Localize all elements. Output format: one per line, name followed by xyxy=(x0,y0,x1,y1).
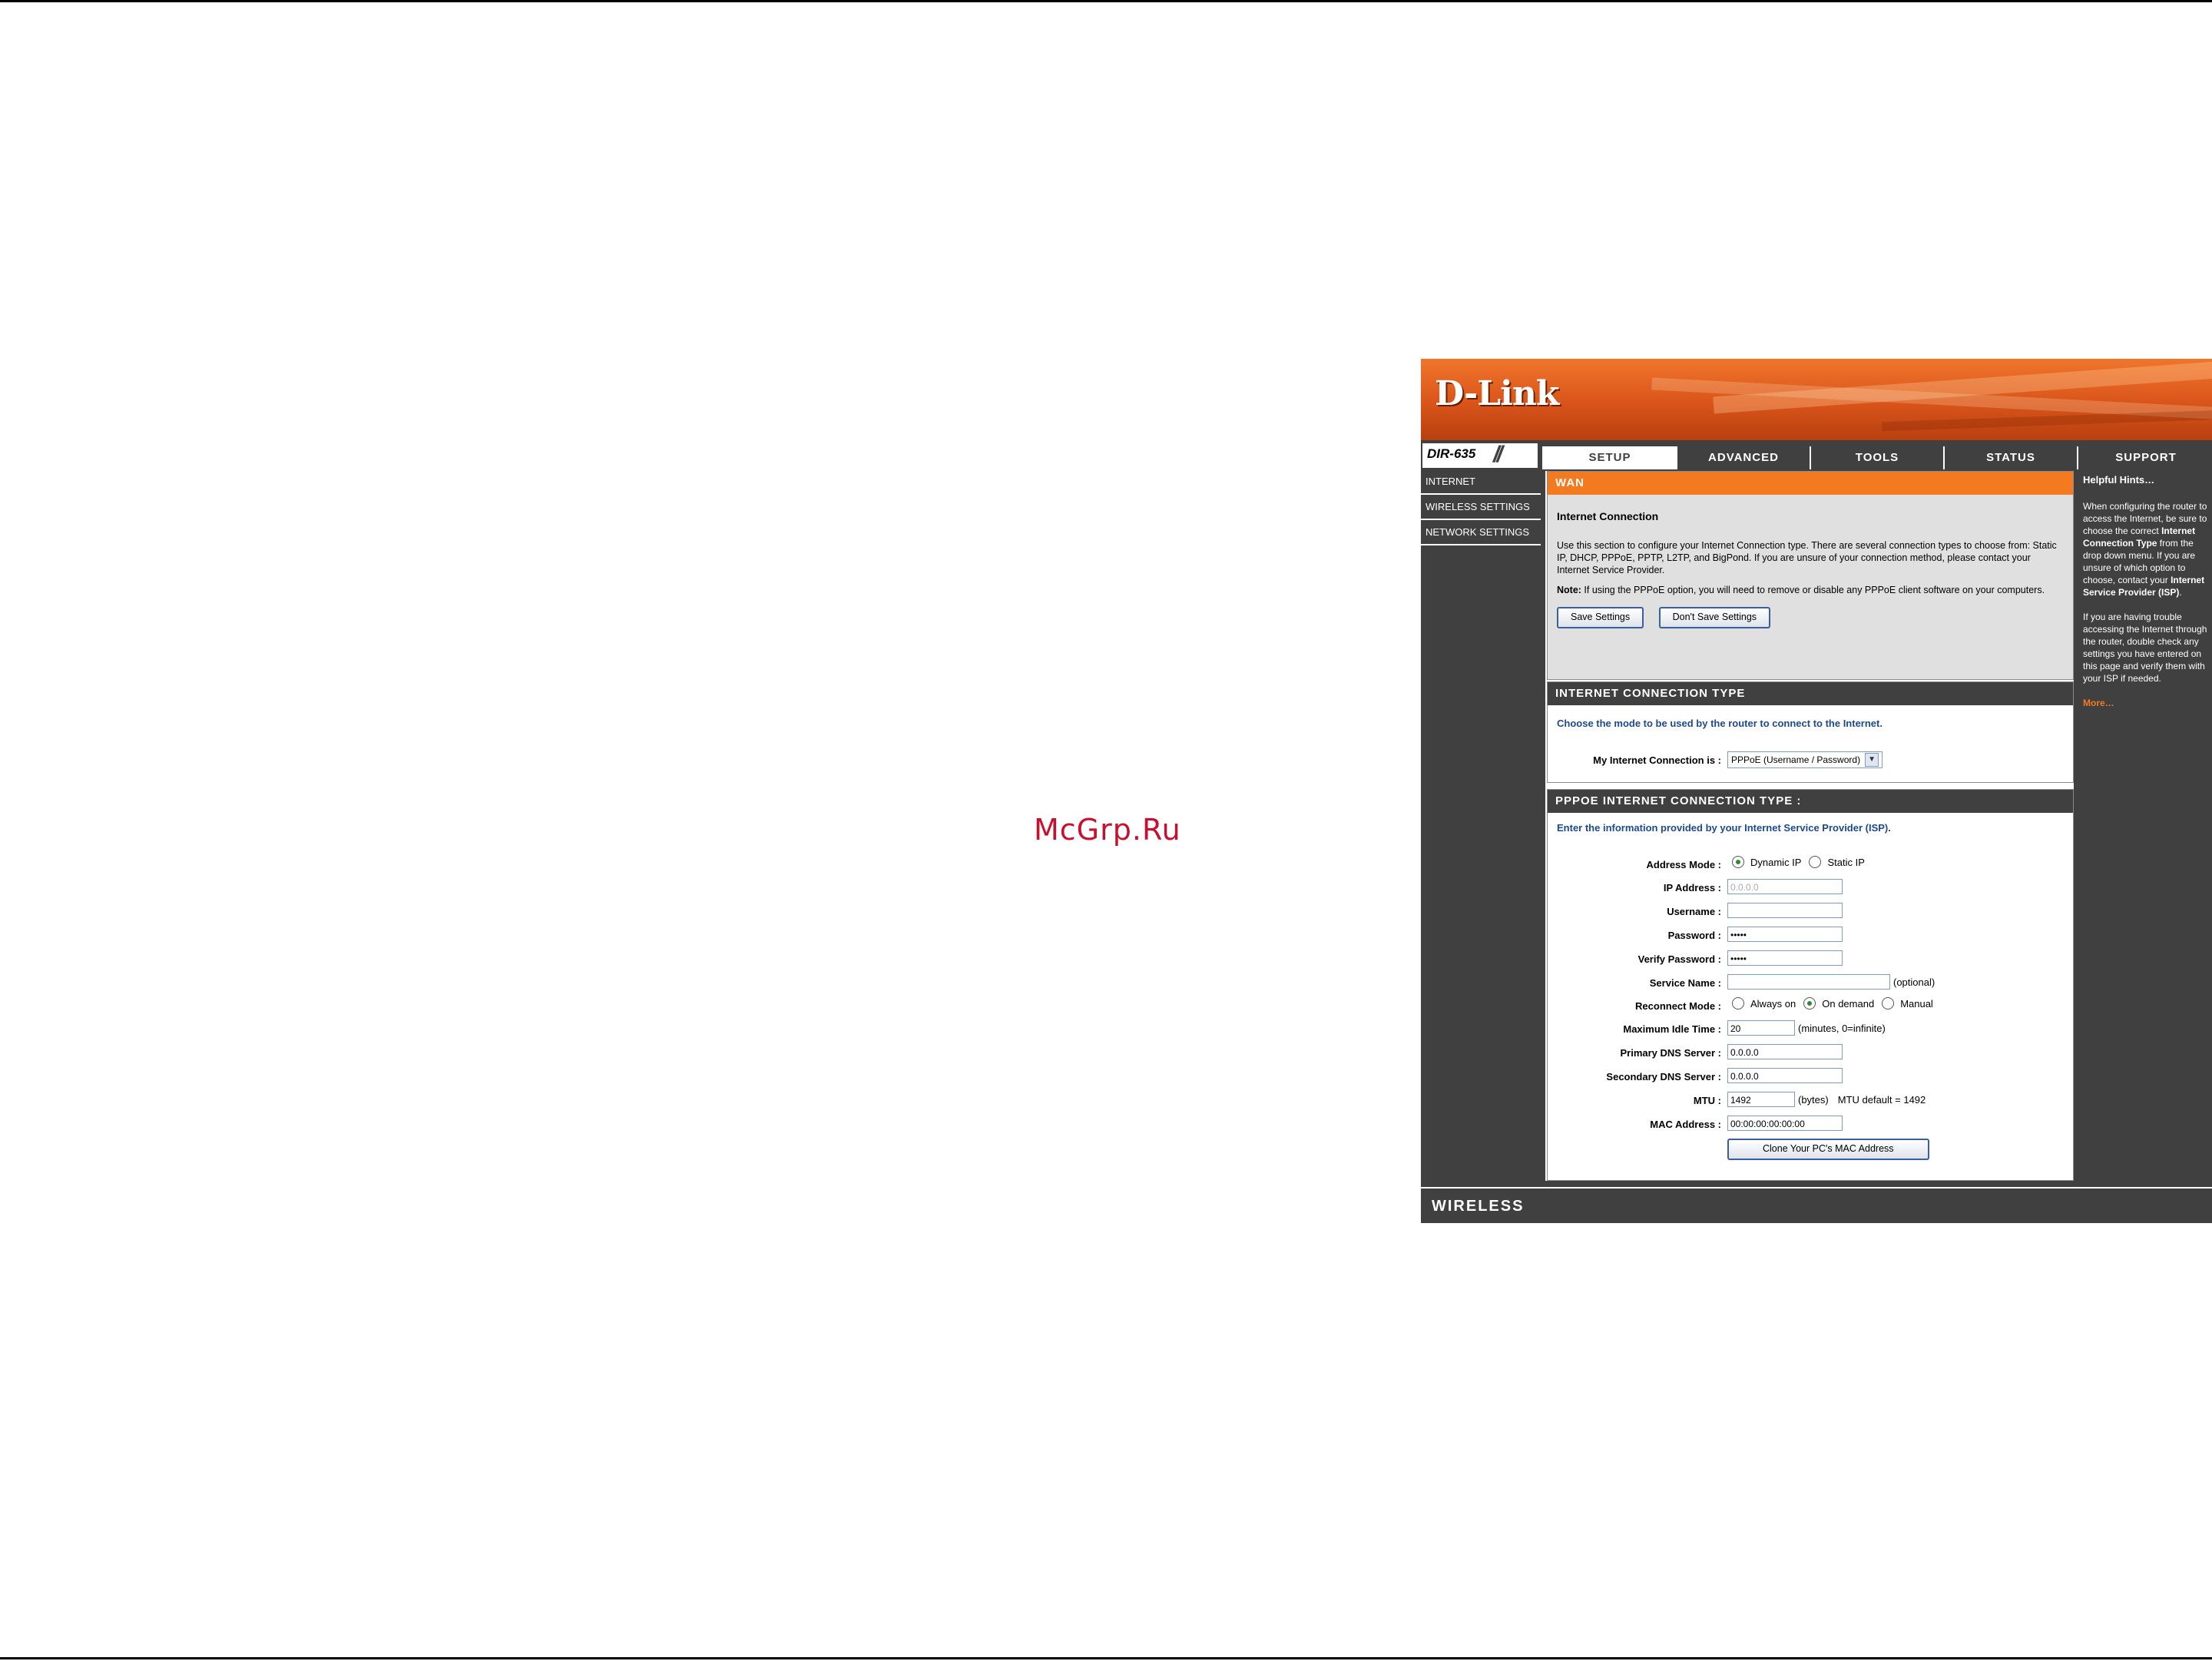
wan-note-label: Note: xyxy=(1557,585,1581,595)
pppoe-section: PPPOE INTERNET CONNECTION TYPE : Enter t… xyxy=(1547,789,2074,1181)
password-label: Password : xyxy=(1667,930,1721,941)
footer-bar: WIRELESS xyxy=(1421,1187,2212,1223)
secondary-dns-label: Secondary DNS Server : xyxy=(1606,1071,1721,1082)
always-on-label: Always on xyxy=(1750,997,1796,1010)
primary-dns-label: Primary DNS Server : xyxy=(1620,1047,1721,1059)
dlink-logo: D-Link xyxy=(1435,374,1559,413)
reconnect-mode-label: Reconnect Mode : xyxy=(1635,1000,1721,1012)
wan-body: Internet Connection Use this section to … xyxy=(1548,495,2073,679)
service-name-input[interactable] xyxy=(1727,974,1890,990)
nav-internet[interactable]: INTERNET xyxy=(1421,469,1541,495)
dynamic-ip-radio[interactable] xyxy=(1732,856,1744,868)
connection-type-prompt: Choose the mode to be used by the router… xyxy=(1557,718,1883,729)
address-mode-label: Address Mode : xyxy=(1646,859,1721,870)
footer-wireless-text: WIRELESS xyxy=(1432,1198,1525,1215)
tab-tools[interactable]: TOOLS xyxy=(1810,446,1943,469)
nav-network-settings[interactable]: NETWORK SETTINGS xyxy=(1421,520,1541,545)
tab-bar: DIR-635 // SETUP ADVANCED TOOLS STATUS S… xyxy=(1421,440,2212,469)
mac-address-input[interactable]: 00:00:00:00:00:00 xyxy=(1727,1116,1843,1131)
helpful-hints: Helpful Hints… When configuring the rout… xyxy=(2078,471,2212,1181)
wan-note: Note: If using the PPPoE option, you wil… xyxy=(1557,584,2064,596)
always-on-radio[interactable] xyxy=(1732,997,1744,1010)
nav-wireless-settings[interactable]: WIRELESS SETTINGS xyxy=(1421,495,1541,520)
dont-save-settings-button[interactable]: Don't Save Settings xyxy=(1658,607,1771,628)
pppoe-header: PPPOE INTERNET CONNECTION TYPE : xyxy=(1548,790,2073,813)
save-settings-button[interactable]: Save Settings xyxy=(1557,607,1644,628)
connection-type-select[interactable]: PPPoE (Username / Password) ▼ xyxy=(1727,751,1883,768)
manual-label: Manual xyxy=(1900,997,1933,1010)
service-name-label: Service Name : xyxy=(1649,977,1721,989)
tab-advanced[interactable]: ADVANCED xyxy=(1676,446,1810,469)
ip-address-label: IP Address : xyxy=(1663,882,1721,893)
username-input[interactable] xyxy=(1727,903,1843,918)
chevron-down-icon: ▼ xyxy=(1865,753,1879,767)
clone-mac-button[interactable]: Clone Your PC's MAC Address xyxy=(1727,1139,1929,1160)
connection-type-value: PPPoE (Username / Password) xyxy=(1731,754,1861,765)
model-name: DIR-635 xyxy=(1427,446,1476,461)
service-name-hint: (optional) xyxy=(1893,976,1936,988)
hints-more-link[interactable]: More… xyxy=(2083,697,2207,709)
mtu-label: MTU : xyxy=(1693,1095,1721,1106)
wan-title: Internet Connection xyxy=(1557,510,1659,522)
ip-address-input[interactable]: 0.0.0.0 xyxy=(1727,879,1843,894)
model-slashes: // xyxy=(1493,442,1503,467)
router-screenshot: D-Link DIR-635 // SETUP ADVANCED TOOLS S… xyxy=(1421,359,2212,1223)
idle-time-input[interactable]: 20 xyxy=(1727,1020,1795,1036)
watermark: McGrp.Ru xyxy=(1034,813,1181,847)
verify-password-input[interactable]: ••••• xyxy=(1727,950,1843,966)
hints-paragraph-1: When configuring the router to access th… xyxy=(2083,501,2207,598)
primary-dns-input[interactable]: 0.0.0.0 xyxy=(1727,1044,1843,1059)
wan-section: WAN Internet Connection Use this section… xyxy=(1547,471,2074,680)
bottom-rule xyxy=(0,1657,2212,1659)
tab-support[interactable]: SUPPORT xyxy=(2077,446,2212,469)
wan-description: Use this section to configure your Inter… xyxy=(1557,540,2057,575)
wan-note-text: If using the PPPoE option, you will need… xyxy=(1581,585,2045,595)
dynamic-ip-label: Dynamic IP xyxy=(1750,856,1802,868)
connection-type-section: INTERNET CONNECTION TYPE Choose the mode… xyxy=(1547,681,2074,783)
tab-status[interactable]: STATUS xyxy=(1943,446,2077,469)
main-panel: WAN Internet Connection Use this section… xyxy=(1545,471,2074,1181)
mac-address-label: MAC Address : xyxy=(1650,1119,1721,1130)
static-ip-radio[interactable] xyxy=(1809,856,1822,868)
password-input[interactable]: ••••• xyxy=(1727,927,1843,942)
pppoe-prompt: Enter the information provided by your I… xyxy=(1557,822,1891,834)
idle-time-hint: (minutes, 0=infinite) xyxy=(1798,1022,1886,1034)
connection-type-header: INTERNET CONNECTION TYPE xyxy=(1548,682,2073,705)
username-label: Username : xyxy=(1667,906,1721,917)
hints-title: Helpful Hints… xyxy=(2083,474,2155,486)
mtu-input[interactable]: 1492 xyxy=(1727,1092,1795,1107)
hints-paragraph-2: If you are having trouble accessing the … xyxy=(2083,612,2207,684)
mtu-default: MTU default = 1492 xyxy=(1837,1093,1926,1106)
left-nav: INTERNET WIRELESS SETTINGS NETWORK SETTI… xyxy=(1421,469,1541,1184)
manual-radio[interactable] xyxy=(1882,997,1895,1010)
mtu-unit: (bytes) xyxy=(1798,1093,1829,1106)
secondary-dns-input[interactable]: 0.0.0.0 xyxy=(1727,1068,1843,1083)
model-badge: DIR-635 // xyxy=(1422,442,1538,468)
top-rule xyxy=(0,0,2212,2)
on-demand-radio[interactable] xyxy=(1803,997,1816,1010)
static-ip-label: Static IP xyxy=(1827,856,1865,868)
banner: D-Link xyxy=(1421,359,2212,440)
tab-setup[interactable]: SETUP xyxy=(1542,446,1676,469)
verify-password-label: Verify Password : xyxy=(1637,953,1721,965)
idle-time-label: Maximum Idle Time : xyxy=(1623,1023,1721,1035)
on-demand-label: On demand xyxy=(1822,997,1875,1010)
connection-type-label: My Internet Connection is : xyxy=(1593,754,1721,766)
wan-header: WAN xyxy=(1548,472,2073,495)
